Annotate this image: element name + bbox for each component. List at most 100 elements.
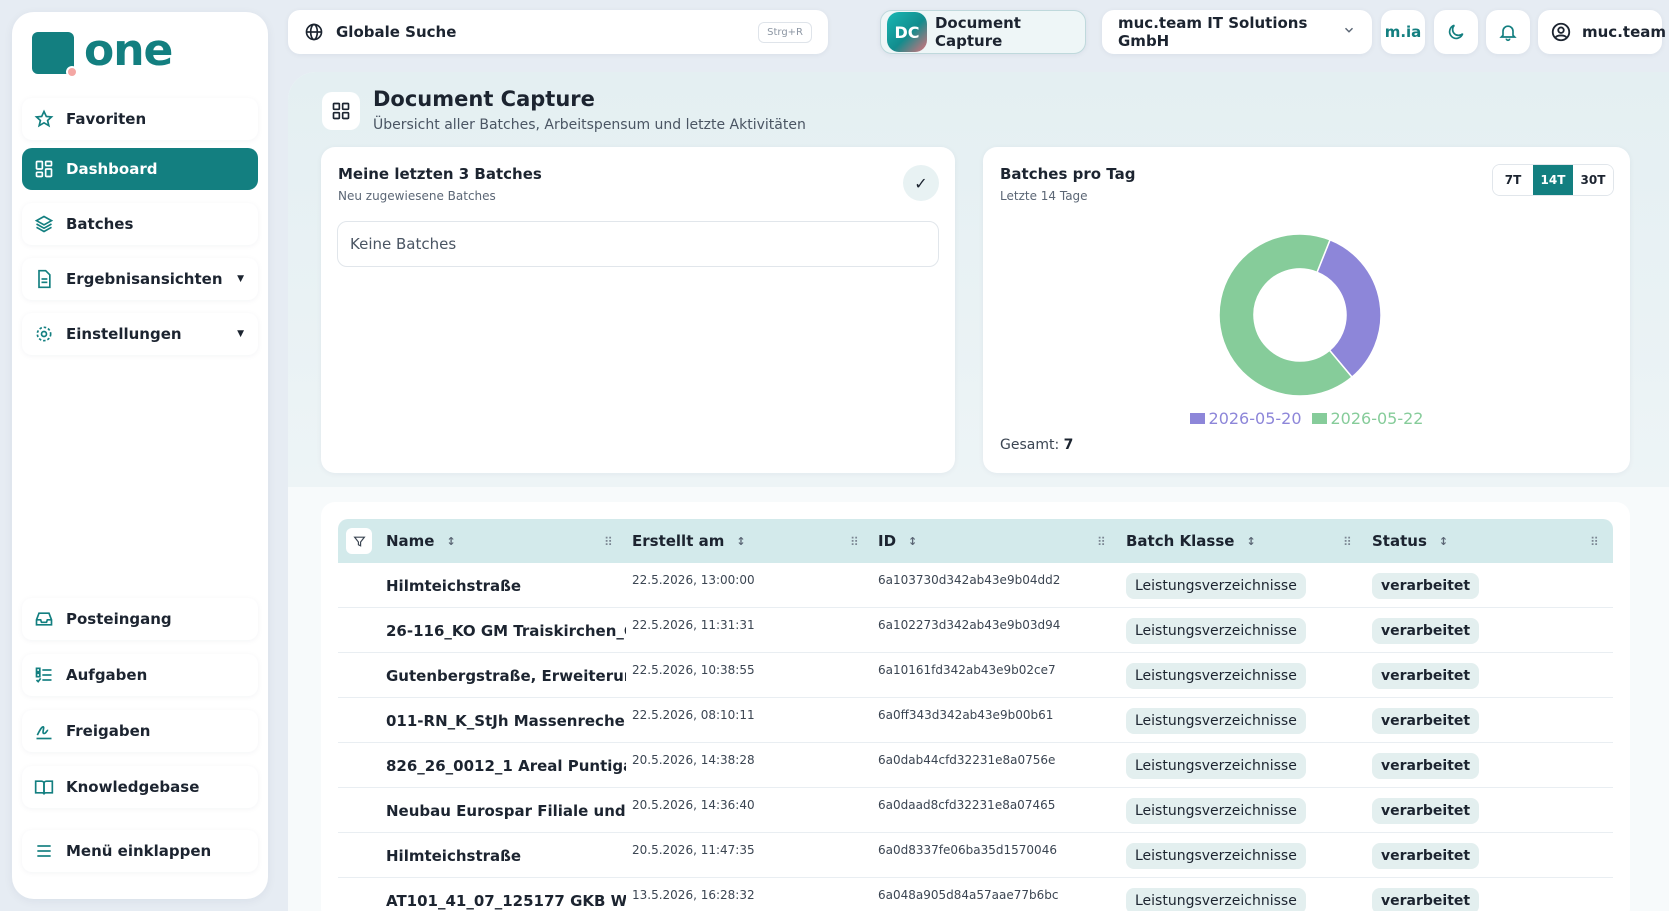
- app-badge: DC: [887, 12, 927, 52]
- book-icon: [34, 777, 54, 797]
- legend-label: 2026-05-20: [1208, 409, 1302, 428]
- table-row[interactable]: AT101_41_07_125177 GKB Werkstä 13.5.2026…: [338, 878, 1613, 911]
- legend-item-2026-05-22[interactable]: 2026-05-22: [1311, 409, 1423, 428]
- status-badge: verarbeitet: [1372, 797, 1480, 824]
- filter-icon[interactable]: [346, 528, 372, 554]
- recent-batches-card: Meine letzten 3 Batches Neu zugewiesene …: [321, 147, 955, 473]
- empty-state: Keine Batches: [337, 221, 939, 267]
- caret-down-icon: ▼: [237, 329, 244, 339]
- mia-label: m.ia: [1384, 23, 1422, 41]
- global-search[interactable]: Globale Suche Strg+R: [288, 10, 828, 54]
- sort-icon[interactable]: ↕: [736, 535, 745, 548]
- cell-name: 011-RN_K_StJh Massenrechen S: [386, 711, 626, 730]
- batch-class-chip: Leistungsverzeichnisse: [1126, 887, 1306, 911]
- column-header-name[interactable]: Name ↕: [386, 519, 456, 563]
- card-subtitle: Neu zugewiesene Batches: [338, 189, 496, 203]
- range-button-7t[interactable]: 7T: [1493, 165, 1533, 195]
- column-header-status[interactable]: Status ↕: [1372, 519, 1448, 563]
- column-resize-handle[interactable]: ⠿: [604, 535, 613, 549]
- batch-class-chip: Leistungsverzeichnisse: [1126, 662, 1306, 689]
- app-name: Document Capture: [934, 14, 1021, 50]
- legend-item-2026-05-20[interactable]: 2026-05-20: [1189, 409, 1302, 428]
- chevron-down-icon: [1342, 23, 1356, 41]
- column-resize-handle[interactable]: ⠿: [1590, 535, 1599, 549]
- cell-id: 6a048a905d84a57aae77b6bc: [878, 887, 1059, 902]
- star-icon: [34, 109, 54, 129]
- total-count: Gesamt: 7: [1000, 437, 1073, 453]
- main-content: Document Capture Übersicht aller Batches…: [288, 72, 1669, 911]
- globe-icon: [304, 22, 324, 42]
- cell-name: Gutenbergstraße, Erweiterung Ge: [386, 666, 626, 685]
- sidebar-item-posteingang[interactable]: Posteingang: [22, 598, 258, 640]
- batch-class-chip: Leistungsverzeichnisse: [1126, 752, 1306, 779]
- status-badge: verarbeitet: [1372, 842, 1480, 869]
- dashboard-icon: [34, 159, 54, 179]
- cell-name: 826_26_0012_1 Areal Puntigam B: [386, 756, 626, 775]
- cell-created: 20.5.2026, 14:38:28: [632, 752, 755, 767]
- sidebar-item-label: Einstellungen: [66, 325, 182, 343]
- column-resize-handle[interactable]: ⠿: [850, 535, 859, 549]
- cell-name: Hilmteichstraße: [386, 846, 522, 865]
- cell-created: 22.5.2026, 11:31:31: [632, 617, 755, 632]
- app-switcher[interactable]: DC Document Capture: [880, 10, 1086, 54]
- batches-per-day-card: Batches pro Tag Letzte 14 Tage 7T 14T 30…: [983, 147, 1630, 473]
- notifications-button[interactable]: [1486, 10, 1530, 54]
- range-button-30t[interactable]: 30T: [1573, 165, 1613, 195]
- donut-chart: [1218, 233, 1382, 397]
- sort-icon[interactable]: ↕: [446, 535, 455, 548]
- cell-name: 26-116_KO GM Traiskirchen_Gute: [386, 621, 626, 640]
- total-label: Gesamt:: [1000, 437, 1060, 453]
- logo[interactable]: one: [32, 25, 173, 78]
- sidebar-item-dashboard[interactable]: Dashboard: [22, 148, 258, 190]
- status-badge: verarbeitet: [1372, 887, 1480, 911]
- check-icon[interactable]: ✓: [903, 165, 939, 201]
- sidebar-item-aufgaben[interactable]: Aufgaben: [22, 654, 258, 696]
- sidebar-item-label: Favoriten: [66, 110, 147, 128]
- cell-name: Neubau Eurospar Filiale und Umb: [386, 801, 626, 820]
- card-title: Meine letzten 3 Batches: [338, 165, 542, 183]
- legend-swatch: [1189, 413, 1205, 424]
- column-resize-handle[interactable]: ⠿: [1097, 535, 1106, 549]
- mia-button[interactable]: m.ia: [1381, 10, 1425, 54]
- sidebar-item-label: Posteingang: [66, 610, 172, 628]
- cell-id: 6a10161fd342ab43e9b02ce7: [878, 662, 1056, 677]
- cell-id: 6a0d8337fe06ba35d1570046: [878, 842, 1057, 857]
- sidebar-item-label: Freigaben: [66, 722, 151, 740]
- status-badge: verarbeitet: [1372, 617, 1480, 644]
- organization-name: muc.team IT Solutions GmbH: [1118, 14, 1308, 50]
- sidebar: one Favoriten Dashboard Batches Ergebnis…: [12, 12, 268, 899]
- batch-class-chip: Leistungsverzeichnisse: [1126, 617, 1306, 644]
- cell-id: 6a102273d342ab43e9b03d94: [878, 617, 1061, 632]
- organization-select[interactable]: muc.team IT Solutions GmbH: [1102, 10, 1372, 54]
- theme-toggle-button[interactable]: [1434, 10, 1478, 54]
- sidebar-item-favoriten[interactable]: Favoriten: [22, 98, 258, 140]
- page-title: Document Capture: [373, 87, 595, 111]
- chart-legend: 2026-05-20 2026-05-22: [983, 409, 1630, 428]
- bell-icon: [1498, 22, 1518, 42]
- user-menu[interactable]: muc.team: [1538, 10, 1666, 54]
- table-body: Hilmteichstraße 22.5.2026, 13:00:00 6a10…: [338, 563, 1613, 911]
- collapse-menu-button[interactable]: Menü einklappen: [22, 830, 258, 872]
- status-badge: verarbeitet: [1372, 662, 1480, 689]
- column-header-batch-class[interactable]: Batch Klasse ↕: [1126, 519, 1256, 563]
- sort-icon[interactable]: ↕: [1439, 535, 1448, 548]
- range-toggle: 7T 14T 30T: [1492, 164, 1614, 196]
- logo-text: one: [84, 25, 173, 76]
- inbox-icon: [34, 609, 54, 629]
- column-resize-handle[interactable]: ⠿: [1343, 535, 1352, 549]
- cell-name: AT101_41_07_125177 GKB Werkstä: [386, 891, 626, 910]
- range-button-14t[interactable]: 14T: [1533, 165, 1573, 195]
- cell-created: 22.5.2026, 10:38:55: [632, 662, 755, 677]
- card-subtitle: Letzte 14 Tage: [1000, 189, 1088, 203]
- sidebar-item-knowledgebase[interactable]: Knowledgebase: [22, 766, 258, 808]
- sidebar-item-freigaben[interactable]: Freigaben: [22, 710, 258, 752]
- cell-name: Hilmteichstraße: [386, 576, 522, 595]
- sidebar-item-ergebnisansichten[interactable]: Ergebnisansichten ▼: [22, 258, 258, 300]
- sort-icon[interactable]: ↕: [908, 535, 917, 548]
- empty-state-text: Keine Batches: [350, 235, 457, 253]
- search-shortcut: Strg+R: [758, 21, 812, 43]
- sidebar-item-einstellungen[interactable]: Einstellungen ▼: [22, 313, 258, 355]
- sidebar-item-batches[interactable]: Batches: [22, 203, 258, 245]
- sidebar-item-label: Aufgaben: [66, 666, 148, 684]
- sort-icon[interactable]: ↕: [1246, 535, 1255, 548]
